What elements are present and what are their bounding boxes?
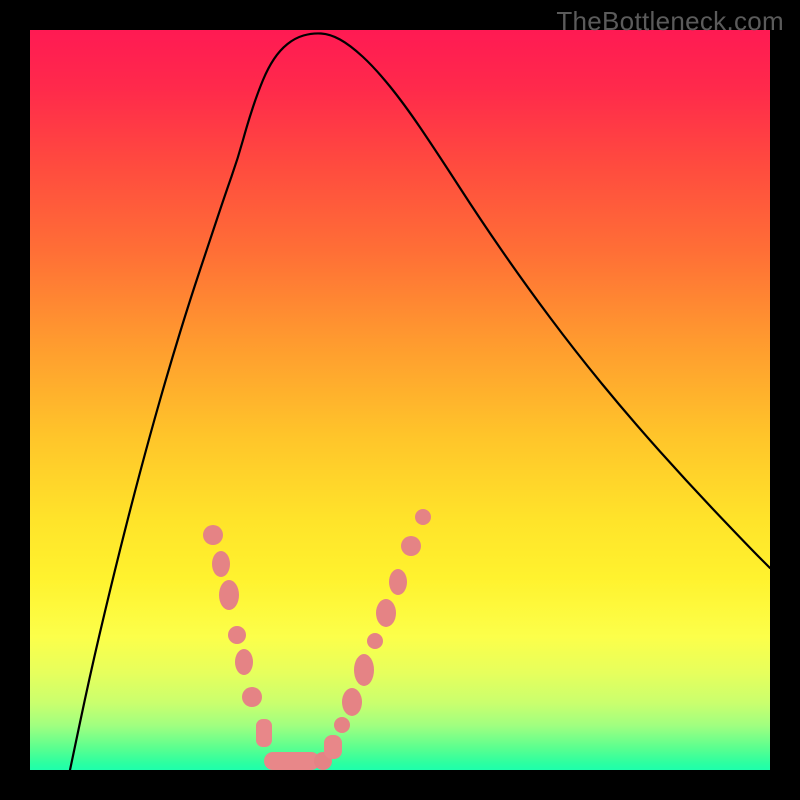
curve-marker (203, 525, 223, 545)
curve-marker (324, 735, 342, 759)
curve-marker (256, 719, 272, 747)
bottleneck-curve (70, 33, 770, 770)
curve-marker (354, 654, 374, 686)
plot-area (30, 30, 770, 770)
curve-marker (415, 509, 431, 525)
curve-marker (235, 649, 253, 675)
curve-marker (219, 580, 239, 610)
curve-svg (30, 30, 770, 770)
curve-marker (334, 717, 350, 733)
curve-marker (242, 687, 262, 707)
curve-marker (212, 551, 230, 577)
curve-marker (376, 599, 396, 627)
watermark-text: TheBottleneck.com (556, 6, 784, 37)
chart-frame: TheBottleneck.com (0, 0, 800, 800)
marker-layer (203, 509, 431, 770)
curve-marker (401, 536, 421, 556)
curve-marker (264, 752, 320, 770)
curve-marker (228, 626, 246, 644)
curve-marker (367, 633, 383, 649)
curve-marker (342, 688, 362, 716)
curve-marker (389, 569, 407, 595)
